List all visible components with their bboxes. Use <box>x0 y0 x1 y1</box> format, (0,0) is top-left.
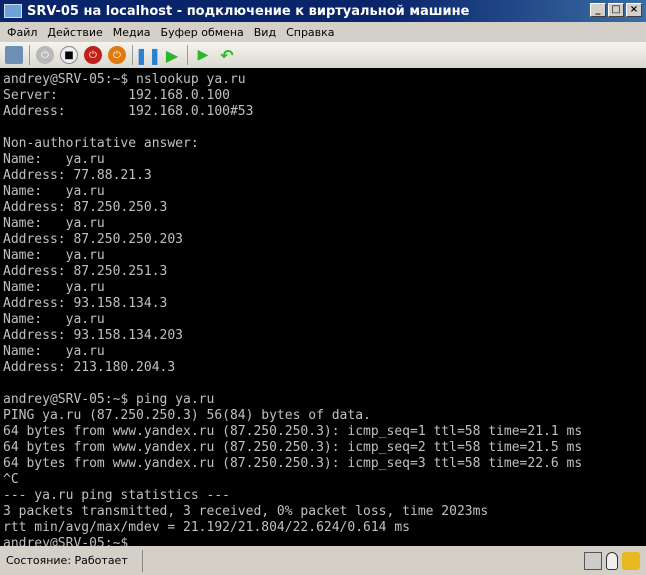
terminal-line: 3 packets transmitted, 3 received, 0% pa… <box>3 504 489 519</box>
separator <box>132 45 133 65</box>
pause-icon[interactable]: ❚❚ <box>135 46 162 65</box>
terminal-line: Address: 87.250.250.3 <box>3 200 168 215</box>
ctrl-alt-del-icon[interactable] <box>5 46 23 64</box>
terminal-line: Address: 192.168.0.100#53 <box>3 104 254 119</box>
menu-action[interactable]: Действие <box>42 26 107 39</box>
terminal-line: Server: 192.168.0.100 <box>3 88 230 103</box>
turn-off-icon[interactable]: ■ <box>60 46 78 64</box>
revert-icon[interactable]: ↶ <box>218 46 236 65</box>
separator <box>29 45 30 65</box>
terminal-line: Name: ya.ru <box>3 248 105 263</box>
terminal-line: --- ya.ru ping statistics --- <box>3 488 230 503</box>
menu-help[interactable]: Справка <box>281 26 339 39</box>
terminal-line: Address: 87.250.250.203 <box>3 232 184 247</box>
vm-connection-icon <box>4 4 22 18</box>
terminal-line: andrey@SRV-05:~$ nslookup ya.ru <box>3 72 246 87</box>
keyboard-icon <box>584 552 602 570</box>
menu-bar: Файл Действие Медиа Буфер обмена Вид Спр… <box>0 22 340 42</box>
status-bar: Состояние: Работает <box>0 547 646 575</box>
lock-icon <box>622 552 640 570</box>
close-button[interactable]: × <box>626 3 642 17</box>
terminal-line: ^C <box>3 472 19 487</box>
menu-view[interactable]: Вид <box>249 26 281 39</box>
menu-clipboard[interactable]: Буфер обмена <box>156 26 249 39</box>
save-icon[interactable]: ⏻ <box>108 46 126 64</box>
terminal-line: Name: ya.ru <box>3 216 105 231</box>
terminal-line: 64 bytes from www.yandex.ru (87.250.250.… <box>3 424 583 439</box>
terminal-line: Non-authoritative answer: <box>3 136 199 151</box>
terminal-line: Name: ya.ru <box>3 312 105 327</box>
window-title: SRV-05 на localhost - подключение к вирт… <box>27 3 470 19</box>
terminal-line: rtt min/avg/max/mdev = 21.192/21.804/22.… <box>3 520 410 535</box>
reset-icon[interactable]: ▶ <box>163 46 181 65</box>
status-text: Состояние: Работает <box>0 550 143 572</box>
terminal-line: Address: 77.88.21.3 <box>3 168 152 183</box>
terminal-line: Name: ya.ru <box>3 184 105 199</box>
mouse-icon <box>606 552 618 570</box>
menu-file[interactable]: Файл <box>2 26 42 39</box>
snapshot-icon[interactable]: ▶ <box>194 46 212 64</box>
terminal-line: Address: 93.158.134.3 <box>3 296 168 311</box>
minimize-button[interactable]: _ <box>590 3 606 17</box>
maximize-button[interactable]: □ <box>608 3 624 17</box>
terminal-screen[interactable]: andrey@SRV-05:~$ nslookup ya.ru Server: 1… <box>0 68 646 546</box>
start-icon[interactable]: ⏻ <box>36 46 54 64</box>
menu-media[interactable]: Медиа <box>108 26 156 39</box>
toolbar: ⏻ ■ ⏻ ⏻ ❚❚ ▶ ▶ ↶ <box>0 42 646 68</box>
terminal-line: andrey@SRV-05:~$ ping ya.ru <box>3 392 215 407</box>
shut-down-icon[interactable]: ⏻ <box>84 46 102 64</box>
terminal-line: Name: ya.ru <box>3 344 105 359</box>
terminal-line: Address: 87.250.251.3 <box>3 264 168 279</box>
terminal-line: Address: 213.180.204.3 <box>3 360 176 375</box>
title-bar: SRV-05 на localhost - подключение к вирт… <box>0 0 646 22</box>
terminal-line: Address: 93.158.134.203 <box>3 328 184 343</box>
separator <box>187 45 188 65</box>
terminal-line: andrey@SRV-05:~$ _ <box>3 536 144 546</box>
terminal-line: Name: ya.ru <box>3 280 105 295</box>
terminal-line: PING ya.ru (87.250.250.3) 56(84) bytes o… <box>3 408 371 423</box>
terminal-line: 64 bytes from www.yandex.ru (87.250.250.… <box>3 456 583 471</box>
terminal-line: 64 bytes from www.yandex.ru (87.250.250.… <box>3 440 583 455</box>
terminal-line: Name: ya.ru <box>3 152 105 167</box>
